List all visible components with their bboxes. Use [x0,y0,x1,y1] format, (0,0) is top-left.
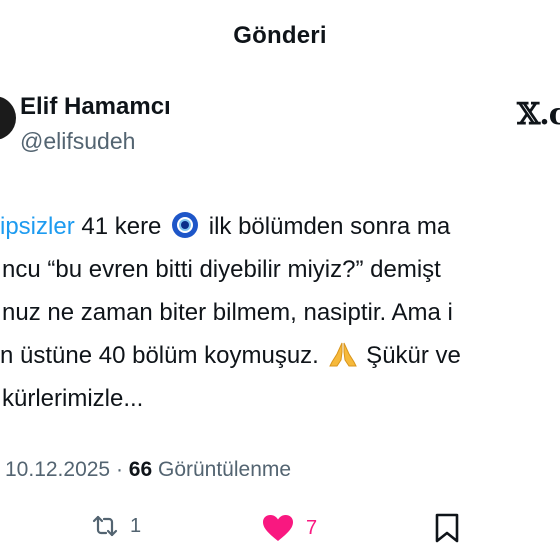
avatar[interactable] [0,96,16,140]
post-text-segment: n üstüne 40 bölüm koymuşuz. [0,342,326,369]
repost-count: 1 [130,514,142,537]
post-meta: 10.12.2025 · 66 Görüntülenme [5,458,291,482]
like-button[interactable]: 7 [262,514,317,542]
post-text-line-1: ipsizler 41 kere ilk bölümden sonra ma [0,205,450,248]
views-count: 66 [128,458,153,481]
like-count: 7 [306,516,318,539]
views-label: Görüntülenme [157,458,292,481]
folded-hands-icon [328,342,357,367]
meta-separator: · [110,458,129,481]
bookmark-button[interactable] [434,513,460,543]
evil-eye-icon [172,212,199,238]
post-text-line-4: n üstüne 40 bölüm koymuşuz. Şükür ve [0,334,461,377]
post-text-segment: Şükür ve [359,342,461,369]
heart-icon [263,515,293,541]
repost-icon [92,515,118,537]
post-text-line-5: kürlerimizle... [2,385,144,412]
post-text-line-3: nuz ne zaman biter bilmem, nasiptir. Ama… [2,299,453,326]
author-name[interactable]: Elif Hamamcı [20,93,171,121]
repost-button[interactable]: 1 [92,514,141,538]
hashtag-link[interactable]: ipsizler [0,213,75,240]
x-logo-icon: 𝕏.c [517,97,560,132]
author-handle[interactable]: @elifsudeh [20,128,135,155]
post-text-line-2: ncu “bu evren bitti diyebilir miyiz?” de… [2,256,441,283]
post-text-segment: ilk bölümden sonra ma [202,213,451,240]
post-text-segment: 41 kere [74,213,162,240]
bookmark-icon [435,513,459,543]
post-date[interactable]: 10.12.2025 [5,458,110,481]
page-title: Gönderi [233,22,327,49]
